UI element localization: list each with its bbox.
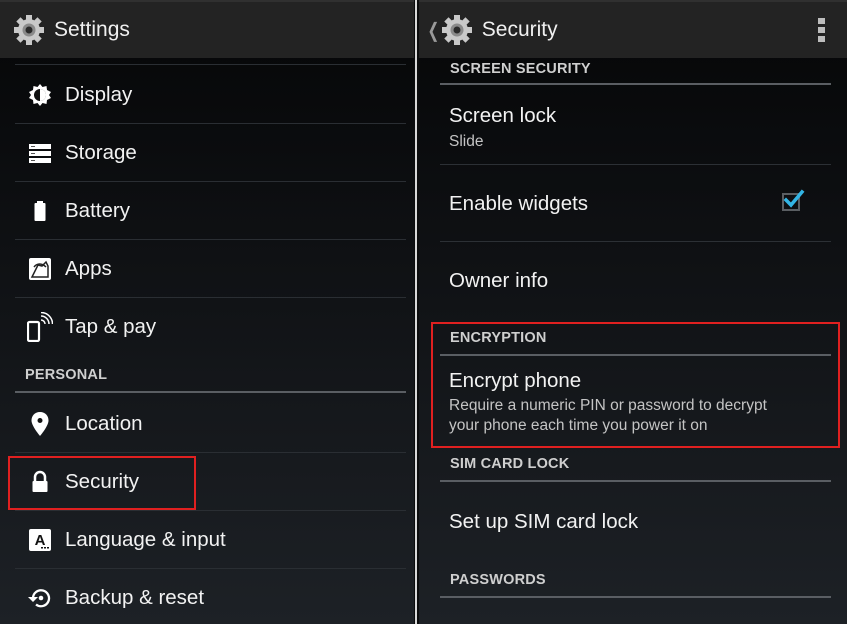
nfc-phone-icon (27, 312, 53, 342)
pref-enable-widgets[interactable]: Enable widgets (449, 192, 831, 216)
pref-title: Enable widgets (449, 192, 589, 215)
settings-item-battery[interactable]: Battery (15, 182, 406, 240)
security-action-bar: ❮ Security (419, 0, 847, 58)
gear-icon[interactable] (12, 13, 46, 47)
pref-title: Owner info (449, 269, 549, 292)
section-header-passwords: PASSWORDS (450, 572, 546, 588)
settings-item-label: Battery (65, 199, 130, 222)
keyboard-a-icon: A (27, 527, 53, 553)
pref-title: Screen lock (449, 104, 557, 127)
pref-screen-lock[interactable]: Screen lock Slide (449, 104, 831, 152)
section-divider (440, 480, 831, 482)
section-header-sim-card-lock: SIM CARD LOCK (450, 456, 570, 472)
settings-item-label: Backup & reset (65, 586, 205, 609)
storage-icon (27, 140, 53, 166)
settings-item-label: Tap & pay (65, 315, 157, 338)
settings-item-label: Display (65, 83, 133, 106)
pref-owner-info[interactable]: Owner info (449, 269, 831, 293)
divider (440, 241, 831, 242)
enable-widgets-checkbox[interactable] (782, 189, 805, 211)
battery-icon (27, 198, 53, 224)
section-header-personal: PERSONAL (25, 367, 108, 383)
pref-summary: Slide (449, 133, 484, 150)
backup-restore-icon (27, 585, 53, 611)
pref-set-up-sim-card-lock[interactable]: Set up SIM card lock (449, 510, 831, 534)
settings-panel: Settings Display Storage Battery Apps Ta… (0, 0, 414, 624)
settings-item-label: Language & input (65, 528, 226, 551)
settings-item-label: Apps (65, 257, 112, 280)
overflow-menu-icon[interactable] (818, 18, 825, 42)
settings-item-location[interactable]: Location (15, 395, 406, 453)
section-divider (15, 391, 406, 393)
settings-item-backup-reset[interactable]: Backup & reset (15, 569, 406, 624)
encryption-highlight-box (431, 322, 840, 448)
divider (15, 64, 406, 65)
settings-item-apps[interactable]: Apps (15, 240, 406, 298)
security-panel: ❮ Security SCREEN SECURITY Screen lock S… (419, 0, 847, 624)
settings-action-bar: Settings (0, 0, 414, 58)
location-pin-icon (27, 411, 53, 437)
checkmark-icon (783, 189, 805, 208)
divider (440, 164, 831, 165)
settings-title: Settings (54, 18, 130, 41)
svg-text:A: A (35, 532, 46, 549)
settings-item-language-input[interactable]: A Language & input (15, 511, 406, 569)
gear-icon[interactable] (440, 13, 474, 47)
brightness-icon (27, 82, 53, 108)
settings-item-tap-pay[interactable]: Tap & pay (15, 298, 406, 356)
settings-item-storage[interactable]: Storage (15, 124, 406, 182)
security-highlight-box (8, 456, 196, 510)
section-header-screen-security: SCREEN SECURITY (450, 61, 591, 77)
pref-title: Set up SIM card lock (449, 510, 639, 533)
settings-item-label: Location (65, 412, 143, 435)
up-caret-icon[interactable]: ❮ (428, 18, 440, 43)
section-divider (440, 596, 831, 598)
settings-item-label: Storage (65, 141, 137, 164)
section-divider (440, 83, 831, 85)
apps-icon (27, 256, 53, 282)
settings-item-display[interactable]: Display (15, 66, 406, 124)
security-title: Security (481, 18, 558, 41)
